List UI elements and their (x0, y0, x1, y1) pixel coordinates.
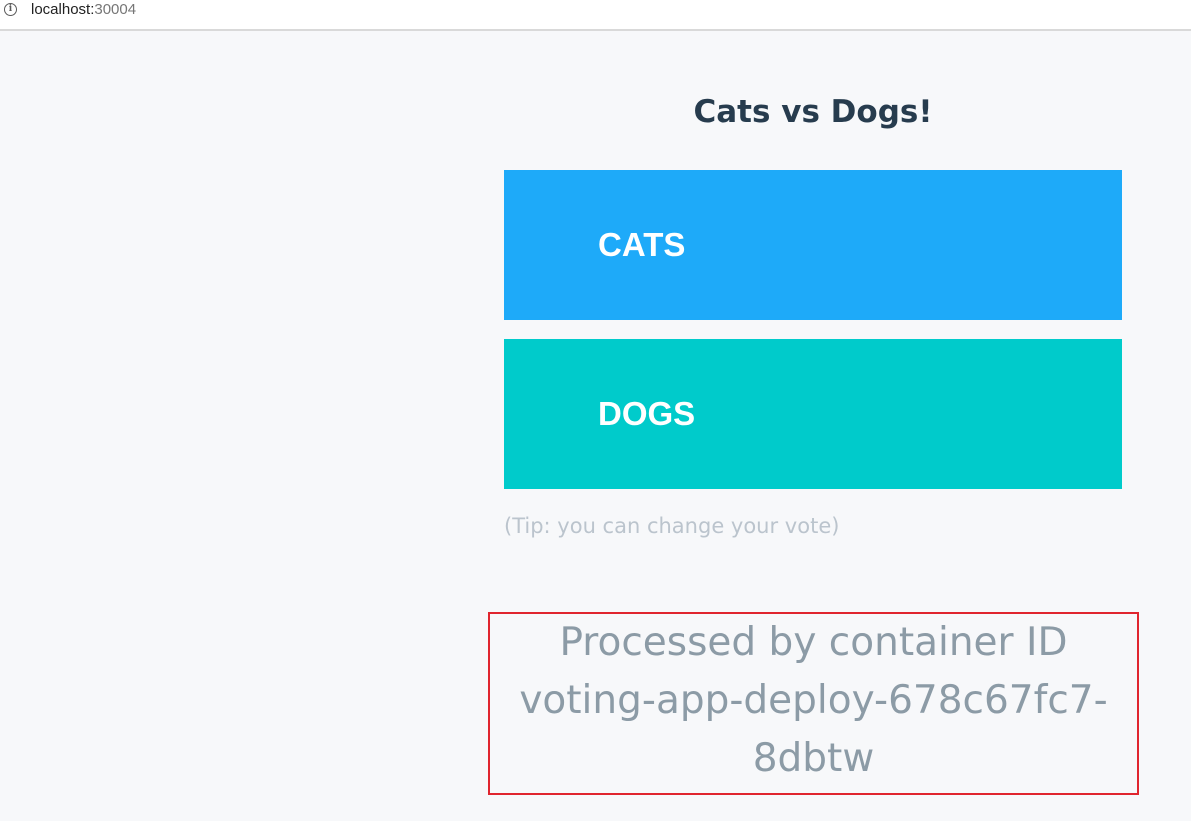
vote-dogs-label: DOGS (598, 395, 696, 432)
tip-text: (Tip: you can change your vote) (504, 514, 840, 538)
vote-cats-button[interactable]: CATS (504, 170, 1122, 320)
vote-cats-label: CATS (598, 226, 686, 263)
info-icon[interactable]: i (4, 3, 17, 16)
container-id-text: Processed by container ID voting-app-dep… (494, 614, 1133, 788)
url-port: 30004 (94, 1, 137, 18)
page-title: Cats vs Dogs! (693, 94, 933, 130)
container-line-3: 8dbtw (752, 736, 875, 781)
container-line-2: voting-app-deploy-678c67fc7- (519, 678, 1108, 723)
url-host: localhost: (31, 1, 95, 18)
address-bar[interactable]: i localhost:30004 (0, 0, 1191, 31)
vote-dogs-button[interactable]: DOGS (504, 339, 1122, 489)
container-line-1: Processed by container ID (559, 620, 1068, 665)
url-text[interactable]: localhost:30004 (31, 1, 136, 19)
